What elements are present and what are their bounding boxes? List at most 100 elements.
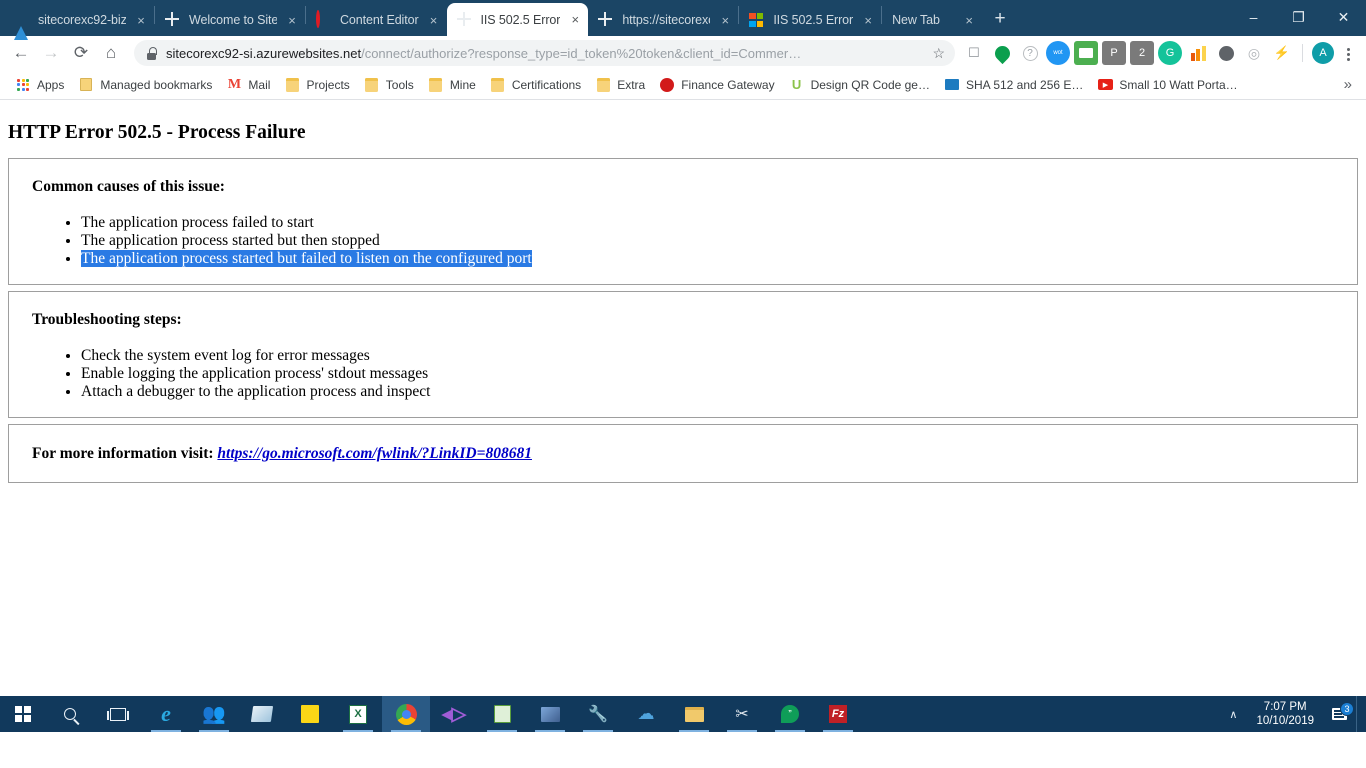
troubleshooting-box: Troubleshooting steps: Check the system … (8, 291, 1358, 418)
list-item-text: Attach a debugger to the application pro… (81, 383, 431, 400)
tray-expand-icon[interactable]: ∧ (1218, 708, 1248, 721)
pocket-p-icon[interactable]: P (1101, 40, 1127, 66)
back-button[interactable]: ← (6, 38, 36, 68)
snipping-tool-icon[interactable]: ✂ (718, 696, 766, 732)
powerbi-icon[interactable] (1185, 40, 1211, 66)
chrome-icon[interactable] (382, 696, 430, 732)
browser-tab-5[interactable]: https://sitecorexc9 × (588, 4, 738, 36)
bookmark-label: Projects (306, 77, 350, 92)
internet-explorer-icon[interactable]: e (142, 696, 190, 732)
browser-chrome: sitecorexc92-bizfx × Welcome to Siteco ×… (0, 0, 1366, 100)
tab-title: sitecorexc92-bizfx (38, 13, 126, 27)
browser-tab-7[interactable]: New Tab × (882, 4, 982, 36)
section-heading: Troubleshooting steps: (32, 311, 182, 328)
tab-close-icon[interactable]: × (859, 11, 877, 29)
tab-close-icon[interactable]: × (716, 11, 734, 29)
bookmark-projects[interactable]: Projects (277, 73, 356, 97)
file-explorer-icon[interactable] (670, 696, 718, 732)
dev-tools-icon[interactable]: 🔧 (574, 696, 622, 732)
maximize-button[interactable]: ❐ (1276, 0, 1321, 34)
green-drop-icon[interactable] (989, 40, 1015, 66)
forward-button[interactable]: → (36, 38, 66, 68)
show-desktop-button[interactable] (1356, 696, 1362, 732)
bookmark-apps[interactable]: Apps (8, 73, 71, 97)
task-view-icon[interactable] (94, 696, 142, 732)
apps-grid-icon (15, 77, 31, 93)
bookmark-label: Mine (449, 77, 476, 92)
bookmark-star-icon[interactable]: ☆ (932, 45, 945, 62)
address-bar[interactable]: sitecorexc92-si.azurewebsites.net/connec… (134, 40, 955, 66)
bookmark-mine[interactable]: Mine (421, 73, 483, 97)
target-icon[interactable]: ◎ (1241, 40, 1267, 66)
browser-tab-3[interactable]: Content Editor × (306, 4, 447, 36)
kebab-menu-icon[interactable] (1338, 43, 1358, 63)
list-item: The application process started but then… (81, 232, 1341, 250)
tab-close-icon[interactable]: × (283, 11, 301, 29)
globe-icon (165, 12, 181, 28)
globe-icon (598, 12, 614, 28)
search-icon[interactable] (46, 696, 94, 732)
list-item-text: Enable logging the application process' … (81, 365, 429, 382)
bookmark-label: Certifications (511, 77, 582, 92)
bookmark-design-qr-code[interactable]: U Design QR Code ge… (782, 73, 937, 97)
url-text: sitecorexc92-si.azurewebsites.net/connec… (166, 46, 924, 61)
notification-count-badge: 3 (1340, 702, 1354, 716)
bookmark-label: Mail (248, 77, 271, 92)
visual-studio-icon[interactable]: ◂▷ (430, 696, 478, 732)
window-controls: – ❐ ✕ (1231, 0, 1366, 34)
globe-icon (457, 12, 473, 28)
azure-storage-icon[interactable]: ☁ (622, 696, 670, 732)
more-info-link[interactable]: https://go.microsoft.com/fwlink/?LinkID=… (217, 445, 532, 462)
avatar[interactable]: A (1310, 40, 1336, 66)
cast-icon[interactable]: ☐ (961, 40, 987, 66)
new-tab-button[interactable]: + (986, 5, 1014, 33)
notepad-plus-icon[interactable] (478, 696, 526, 732)
excel-icon[interactable]: X (334, 696, 382, 732)
bookmark-mail[interactable]: M Mail (219, 73, 277, 97)
browser-tab-6[interactable]: IIS 502.5 Error × (739, 4, 881, 36)
tab-title: https://sitecorexc9 (622, 13, 710, 27)
lightning-icon[interactable]: ⚡ (1269, 40, 1295, 66)
action-center-icon[interactable]: 3 (1322, 702, 1356, 720)
filezilla-icon[interactable]: Fz (814, 696, 862, 732)
bookmark-certifications[interactable]: Certifications (483, 73, 588, 97)
tab-title: New Tab (892, 13, 940, 27)
clock[interactable]: 7:07 PM 10/10/2019 (1248, 700, 1322, 728)
browser-tab-2[interactable]: Welcome to Siteco × (155, 4, 305, 36)
bookmark-extra[interactable]: Extra (588, 73, 652, 97)
tab-close-icon[interactable]: × (132, 11, 150, 29)
bookmark-label: Small 10 Watt Porta… (1119, 77, 1238, 92)
windows-start-icon[interactable] (0, 696, 46, 732)
browser-tab-4-active[interactable]: IIS 502.5 Error × (446, 3, 589, 36)
close-window-button[interactable]: ✕ (1321, 0, 1366, 34)
counter-2-icon[interactable]: 2 (1129, 40, 1155, 66)
bookmarks-overflow-button[interactable]: » (1344, 76, 1358, 93)
moon-icon[interactable] (1213, 40, 1239, 66)
sql-server-icon[interactable] (526, 696, 574, 732)
bookmark-small-10-watt[interactable]: ▶ Small 10 Watt Porta… (1090, 73, 1244, 97)
extensions-area: ☐ ? wot P 2 G ◎ ⚡ A (961, 40, 1360, 66)
tab-close-icon[interactable]: × (425, 11, 443, 29)
bookmark-finance-gateway[interactable]: Finance Gateway (652, 73, 781, 97)
grammarly-icon[interactable]: G (1157, 40, 1183, 66)
tab-close-icon[interactable]: × (960, 11, 978, 29)
windows-explorer-icon[interactable] (238, 696, 286, 732)
home-button[interactable]: ⌂ (96, 38, 126, 68)
bookmark-tools[interactable]: Tools (357, 73, 421, 97)
browser-tab-1[interactable]: sitecorexc92-bizfx × (4, 4, 154, 40)
minimize-button[interactable]: – (1231, 0, 1276, 34)
help-circle-icon[interactable]: ? (1017, 40, 1043, 66)
sharepoint-people-icon[interactable]: 👥 (190, 696, 238, 732)
unbounce-u-icon: U (791, 77, 802, 92)
reload-button[interactable]: ⟳ (66, 38, 96, 68)
bookmark-managed-bookmarks[interactable]: Managed bookmarks (71, 73, 219, 97)
hangouts-icon[interactable]: ” (766, 696, 814, 732)
bookmark-sha-512-256[interactable]: SHA 512 and 256 E… (937, 73, 1090, 97)
window-switch-icon[interactable] (1073, 40, 1099, 66)
tab-close-icon[interactable]: × (566, 11, 584, 29)
sticky-notes-icon[interactable] (286, 696, 334, 732)
tab-title: Welcome to Siteco (189, 13, 277, 27)
bookmark-label: Tools (385, 77, 414, 92)
url-path: /connect/authorize?response_type=id_toke… (361, 45, 802, 61)
wotme-icon[interactable]: wot (1045, 40, 1071, 66)
